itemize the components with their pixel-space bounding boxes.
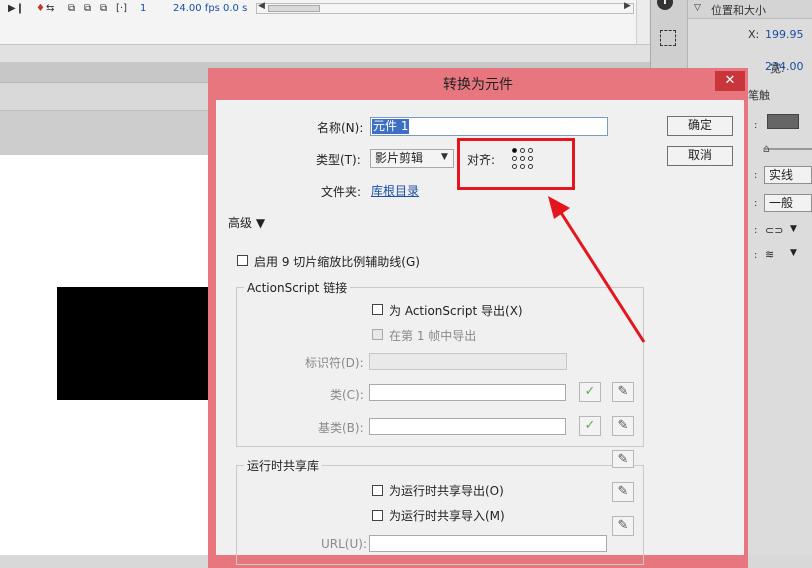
chevron-down-icon[interactable]: ▼ [790, 248, 797, 258]
edit-base-class-button[interactable]: ✎ [612, 416, 634, 436]
base-class-label: 基类(B): [318, 421, 364, 435]
ok-button[interactable]: 确定 [667, 116, 733, 136]
export-frame1-label: 在第 1 帧中导出 [389, 329, 477, 343]
property-tick: : [754, 198, 758, 209]
stroke-color-swatch[interactable] [767, 114, 799, 129]
collapse-arrow-icon[interactable]: ▽ [694, 3, 701, 13]
loop-icon[interactable]: ⇆ [46, 3, 54, 14]
edit-import-runtime-button[interactable]: ✎ [612, 516, 634, 536]
onion-outline-icon[interactable]: ⧉ [84, 3, 91, 14]
property-tick: : [754, 225, 758, 236]
export-as-checkbox[interactable] [372, 304, 383, 315]
selected-rectangle-shape[interactable] [57, 287, 217, 400]
x-label: X: [748, 28, 760, 41]
url-label: URL(U): [321, 537, 367, 551]
dialog-title: 转换为元件 [443, 77, 513, 93]
transform-icon[interactable] [660, 30, 676, 46]
x-value[interactable]: 199.95 [765, 28, 804, 41]
folder-link[interactable]: 库根目录 [371, 182, 419, 199]
cap-style-icon[interactable]: ⊂⊃ [765, 224, 783, 237]
annotation-highlight-box [457, 138, 575, 190]
timeline-scroll-thumb[interactable] [268, 5, 320, 12]
url-input[interactable] [369, 535, 607, 552]
edit-icon-button[interactable]: ✎ [612, 450, 634, 468]
edit-export-runtime-button[interactable]: ✎ [612, 482, 634, 502]
class-label: 类(C): [330, 388, 364, 402]
stroke-scale-select[interactable]: 一般 [764, 194, 812, 212]
export-as-label: 为 ActionScript 导出(X) [389, 304, 523, 318]
identifier-input[interactable] [369, 353, 567, 370]
property-tick: : [754, 170, 758, 181]
edit-class-button[interactable]: ✎ [612, 382, 634, 402]
stroke-style-select[interactable]: 实线 [764, 166, 812, 184]
stroke-size-slider[interactable] [765, 148, 812, 150]
elapsed-time: 0.0 s [223, 3, 248, 14]
symbol-name-value[interactable]: 元件 1 [372, 119, 410, 134]
class-input[interactable] [369, 384, 566, 401]
validate-class-button[interactable]: ✓ [579, 382, 601, 402]
step-forward-icon[interactable]: ▶❙ [8, 3, 24, 14]
folder-label: 文件夹: [321, 185, 362, 199]
timeline-controls-bar [0, 44, 650, 63]
section-title: 位置和大小 [711, 4, 766, 17]
property-tick: : [754, 250, 758, 261]
annotation-arrow [548, 196, 646, 343]
export-runtime-checkbox[interactable] [372, 485, 383, 496]
edit-multiple-icon[interactable]: ⧉ [100, 3, 107, 14]
scroll-right-icon[interactable]: ▶ [624, 1, 631, 11]
cancel-button[interactable]: 取消 [667, 146, 733, 166]
marker-icon[interactable]: [·] [116, 3, 127, 14]
join-style-icon[interactable]: ≋ [765, 248, 774, 261]
import-runtime-label: 为运行时共享导入(M) [389, 509, 505, 523]
identifier-label: 标识符(D): [305, 356, 364, 370]
slice9-checkbox[interactable] [237, 255, 248, 266]
timeline-vertical-scrollbar[interactable] [636, 0, 649, 44]
base-class-input[interactable] [369, 418, 566, 435]
actionscript-linkage-title: ActionScript 链接 [244, 279, 351, 296]
width-label: 宽: [770, 62, 785, 75]
close-button[interactable]: ✕ [715, 71, 745, 91]
slice9-label: 启用 9 切片缩放比例辅助线(G) [254, 255, 420, 269]
slider-knob-icon[interactable]: ⌂ [763, 142, 770, 155]
current-frame[interactable]: 1 [140, 3, 146, 14]
type-label: 类型(T): [316, 153, 361, 167]
stroke-section-label: 笔触 [748, 89, 770, 102]
export-frame1-checkbox[interactable] [372, 329, 383, 340]
playhead-icon[interactable]: ♦ [36, 3, 45, 14]
property-tick: : [754, 120, 758, 131]
advanced-toggle[interactable]: 高级 ▼ [228, 214, 265, 231]
name-label: 名称(N): [317, 121, 364, 135]
frame-rate[interactable]: 24.00 fps [173, 3, 220, 14]
chevron-down-icon[interactable]: ▼ [790, 224, 797, 234]
import-runtime-checkbox[interactable] [372, 510, 383, 521]
scroll-left-icon[interactable]: ◀ [258, 1, 265, 11]
runtime-shared-library-title: 运行时共享库 [244, 457, 323, 474]
onion-skin-icon[interactable]: ⧉ [68, 3, 75, 14]
export-runtime-label: 为运行时共享导出(O) [389, 484, 504, 498]
chevron-down-icon[interactable]: ▼ [441, 152, 448, 162]
validate-base-class-button[interactable]: ✓ [579, 416, 601, 436]
